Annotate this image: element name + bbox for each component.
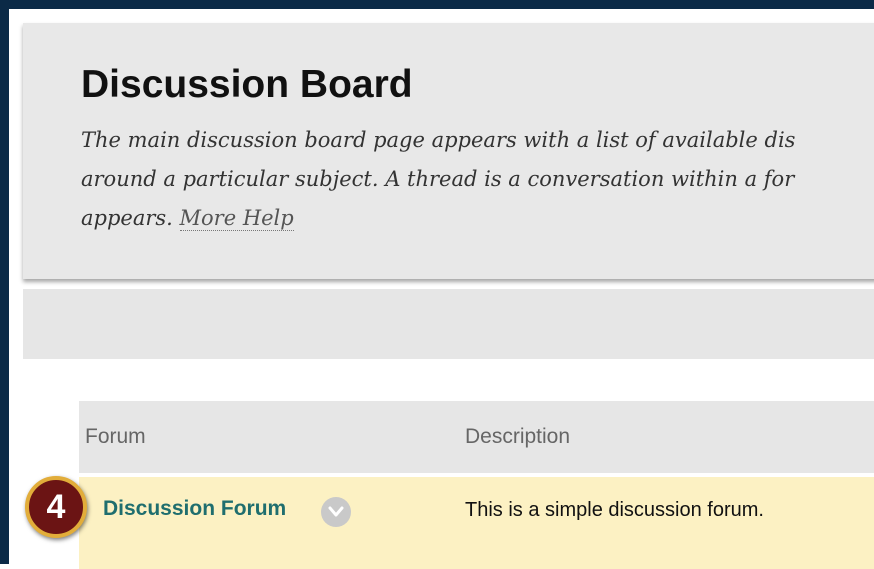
page-title: Discussion Board: [81, 63, 413, 106]
step-number-badge: 4: [25, 476, 87, 538]
table-header: Forum Description: [79, 401, 874, 473]
page-description: The main discussion board page appears w…: [81, 121, 874, 238]
forum-description: This is a simple discussion forum.: [465, 499, 764, 521]
window-frame: Discussion Board The main discussion boa…: [0, 0, 874, 569]
description-line-1: The main discussion board page appears w…: [81, 128, 796, 152]
action-bar: [23, 289, 874, 359]
forum-link[interactable]: Discussion Forum: [103, 497, 286, 521]
page-header: Discussion Board The main discussion boa…: [23, 23, 874, 279]
more-help-link[interactable]: More Help: [179, 206, 294, 231]
column-header-description[interactable]: Description: [465, 425, 570, 449]
description-line-2: around a particular subject. A thread is…: [81, 167, 795, 191]
table-row: Discussion Forum This is a simple discus…: [79, 477, 874, 569]
chevron-down-icon[interactable]: [321, 497, 351, 527]
column-header-forum[interactable]: Forum: [85, 425, 146, 449]
description-line-3: appears.: [81, 206, 180, 230]
